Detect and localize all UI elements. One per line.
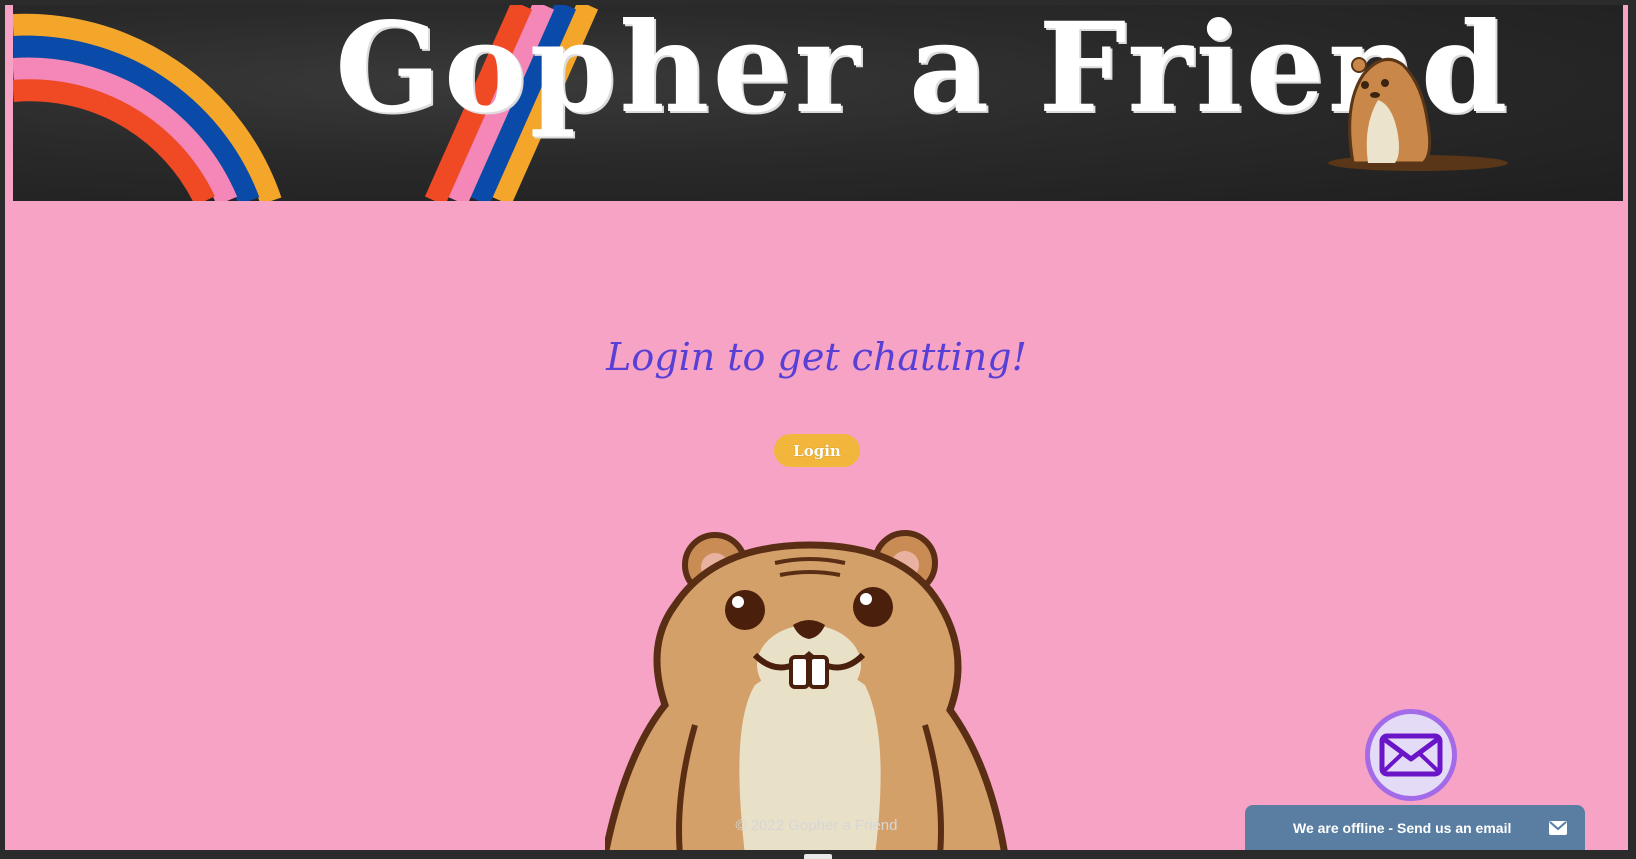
- login-prompt-heading: Login to get chatting!: [606, 335, 1027, 379]
- envelope-icon: [1549, 820, 1567, 835]
- chat-open-bubble[interactable]: [1365, 709, 1457, 801]
- gopher-mascot-image: [605, 530, 1008, 850]
- page: Gopher a Friend Login to get chatting! L…: [5, 5, 1628, 850]
- envelope-icon: [1379, 733, 1443, 777]
- gopher-logo-icon: [1328, 57, 1508, 171]
- chat-offline-bar[interactable]: We are offline - Send us an email: [1245, 805, 1585, 850]
- chat-status-text: We are offline - Send us an email: [1293, 819, 1512, 836]
- site-banner: Gopher a Friend: [13, 5, 1623, 201]
- bottom-scroll-handle: [804, 854, 832, 859]
- login-button[interactable]: Login: [774, 434, 860, 467]
